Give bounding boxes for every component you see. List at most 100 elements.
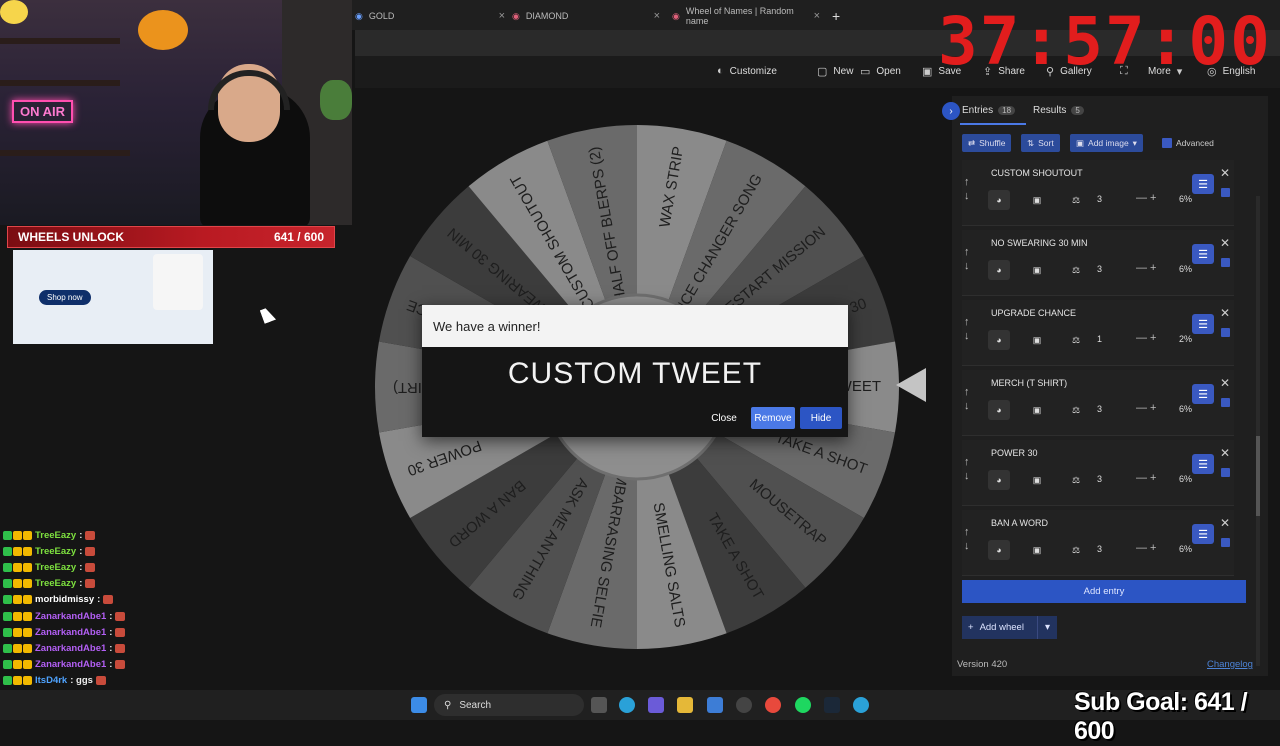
remove-entry-icon[interactable]: ✕	[1220, 376, 1230, 390]
shuffle-button[interactable]: ⇄ Shuffle	[962, 134, 1012, 152]
new-button[interactable]: ▢ New	[817, 65, 853, 78]
palette-icon[interactable]: ◕	[988, 470, 1010, 490]
remove-entry-icon[interactable]: ✕	[1220, 306, 1230, 320]
entry-enabled-checkbox[interactable]	[1221, 328, 1230, 337]
scrollbar-thumb[interactable]	[1256, 436, 1260, 516]
entry-settings-icon[interactable]: ☰	[1192, 524, 1214, 544]
hide-button[interactable]: Hide	[800, 407, 842, 429]
chrome-icon[interactable]	[765, 697, 781, 713]
settings-icon[interactable]	[736, 697, 752, 713]
add-image-button[interactable]: ▣ Add image ▾	[1070, 134, 1143, 152]
entry-weight[interactable]: 3	[1097, 544, 1102, 554]
entry-weight[interactable]: 3	[1097, 264, 1102, 274]
entry-settings-icon[interactable]: ☰	[1192, 244, 1214, 264]
entry-settings-icon[interactable]: ☰	[1192, 454, 1214, 474]
advertisement[interactable]: Shop now	[13, 250, 213, 344]
taskbar-search[interactable]: ⚲ Search	[434, 694, 584, 716]
move-up-icon[interactable]: ↑	[964, 526, 970, 538]
entry-enabled-checkbox[interactable]	[1221, 398, 1230, 407]
remove-button[interactable]: Remove	[751, 407, 795, 429]
entry-row[interactable]: ↑ ↓ MERCH (T SHIRT) ◕ ▣ ⚖ 3 — + 6% ☰ ✕	[962, 370, 1234, 436]
tab-wheel-of-names[interactable]: ◉ Wheel of Names | Random name ×	[672, 6, 820, 26]
chat-username[interactable]: ItsD4rk	[35, 675, 67, 686]
entry-row[interactable]: ↑ ↓ CUSTOM SHOUTOUT ◕ ▣ ⚖ 3 — + 6% ☰ ✕	[962, 160, 1234, 226]
task-view-icon[interactable]	[591, 697, 607, 713]
chat-username[interactable]: ZanarkandAbe1	[35, 627, 106, 638]
palette-icon[interactable]: ◕	[988, 540, 1010, 560]
entry-name[interactable]: CUSTOM SHOUTOUT	[991, 168, 1083, 178]
add-wheel-dropdown-icon[interactable]: ▾	[1037, 616, 1057, 639]
chat-username[interactable]: ZanarkandAbe1	[35, 643, 106, 654]
entry-row[interactable]: ↑ ↓ POWER 30 ◕ ▣ ⚖ 3 — + 6% ☰ ✕	[962, 440, 1234, 506]
move-up-icon[interactable]: ↑	[964, 176, 970, 188]
palette-icon[interactable]: ◕	[988, 190, 1010, 210]
palette-icon[interactable]: ◕	[988, 400, 1010, 420]
entry-settings-icon[interactable]: ☰	[1192, 384, 1214, 404]
edge-icon[interactable]	[619, 697, 635, 713]
entry-weight[interactable]: 3	[1097, 474, 1102, 484]
tab-entries[interactable]: Entries 18	[962, 105, 1016, 116]
open-button[interactable]: ▭ Open	[860, 65, 901, 78]
weight-stepper[interactable]: — +	[1136, 262, 1156, 274]
close-tab-icon[interactable]: ×	[814, 10, 820, 22]
chat-username[interactable]: ZanarkandAbe1	[35, 659, 106, 670]
close-tab-icon[interactable]: ×	[654, 10, 660, 22]
move-down-icon[interactable]: ↓	[964, 260, 970, 272]
remove-entry-icon[interactable]: ✕	[1220, 166, 1230, 180]
entry-row[interactable]: ↑ ↓ UPGRADE CHANCE ◕ ▣ ⚖ 1 — + 2% ☰ ✕	[962, 300, 1234, 366]
image-icon[interactable]: ▣	[1026, 470, 1048, 490]
chat-username[interactable]: TreeEazy	[35, 530, 76, 541]
entry-name[interactable]: NO SWEARING 30 MIN	[991, 238, 1088, 248]
close-tab-icon[interactable]: ×	[499, 10, 505, 22]
add-entry-button[interactable]: Add entry	[962, 580, 1246, 603]
weight-stepper[interactable]: — +	[1136, 472, 1156, 484]
weight-stepper[interactable]: — +	[1136, 542, 1156, 554]
steam-icon[interactable]	[824, 697, 840, 713]
entry-enabled-checkbox[interactable]	[1221, 188, 1230, 197]
collapse-panel-icon[interactable]: ›	[942, 102, 960, 120]
image-icon[interactable]: ▣	[1026, 400, 1048, 420]
entry-weight[interactable]: 1	[1097, 334, 1102, 344]
entry-name[interactable]: UPGRADE CHANCE	[991, 308, 1076, 318]
close-button[interactable]: Close	[704, 407, 744, 429]
shop-now-button[interactable]: Shop now	[39, 290, 91, 305]
move-down-icon[interactable]: ↓	[964, 190, 970, 202]
entry-settings-icon[interactable]: ☰	[1192, 174, 1214, 194]
tab-gold[interactable]: ◉ GOLD ×	[355, 6, 505, 26]
entry-enabled-checkbox[interactable]	[1221, 258, 1230, 267]
image-icon[interactable]: ▣	[1026, 260, 1048, 280]
weight-stepper[interactable]: — +	[1136, 402, 1156, 414]
image-icon[interactable]: ▣	[1026, 330, 1048, 350]
tab-diamond[interactable]: ◉ DIAMOND ×	[512, 6, 660, 26]
remove-entry-icon[interactable]: ✕	[1220, 236, 1230, 250]
edge-active-icon[interactable]	[853, 697, 869, 713]
sort-button[interactable]: ⇅ Sort	[1021, 134, 1060, 152]
tab-results[interactable]: Results 5	[1033, 105, 1084, 116]
move-down-icon[interactable]: ↓	[964, 470, 970, 482]
file-explorer-icon[interactable]	[677, 697, 693, 713]
move-up-icon[interactable]: ↑	[964, 386, 970, 398]
new-tab-button[interactable]: +	[832, 6, 840, 26]
store-icon[interactable]	[707, 697, 723, 713]
move-down-icon[interactable]: ↓	[964, 540, 970, 552]
palette-icon[interactable]: ◕	[988, 330, 1010, 350]
entry-weight[interactable]: 3	[1097, 404, 1102, 414]
entry-enabled-checkbox[interactable]	[1221, 538, 1230, 547]
weight-stepper[interactable]: — +	[1136, 192, 1156, 204]
entry-row[interactable]: ↑ ↓ NO SWEARING 30 MIN ◕ ▣ ⚖ 3 — + 6% ☰ ✕	[962, 230, 1234, 296]
move-up-icon[interactable]: ↑	[964, 456, 970, 468]
entry-name[interactable]: POWER 30	[991, 448, 1038, 458]
move-up-icon[interactable]: ↑	[964, 246, 970, 258]
chat-username[interactable]: TreeEazy	[35, 578, 76, 589]
entry-row[interactable]: ↑ ↓ BAN A WORD ◕ ▣ ⚖ 3 — + 6% ☰ ✕	[962, 510, 1234, 576]
changelog-link[interactable]: Changelog	[1207, 659, 1253, 670]
weight-stepper[interactable]: — +	[1136, 332, 1156, 344]
image-icon[interactable]: ▣	[1026, 190, 1048, 210]
spotify-icon[interactable]	[795, 697, 811, 713]
scrollbar[interactable]	[1256, 196, 1260, 666]
remove-entry-icon[interactable]: ✕	[1220, 446, 1230, 460]
palette-icon[interactable]: ◕	[988, 260, 1010, 280]
entry-settings-icon[interactable]: ☰	[1192, 314, 1214, 334]
windows-start-icon[interactable]	[411, 697, 427, 713]
entry-name[interactable]: MERCH (T SHIRT)	[991, 378, 1067, 388]
